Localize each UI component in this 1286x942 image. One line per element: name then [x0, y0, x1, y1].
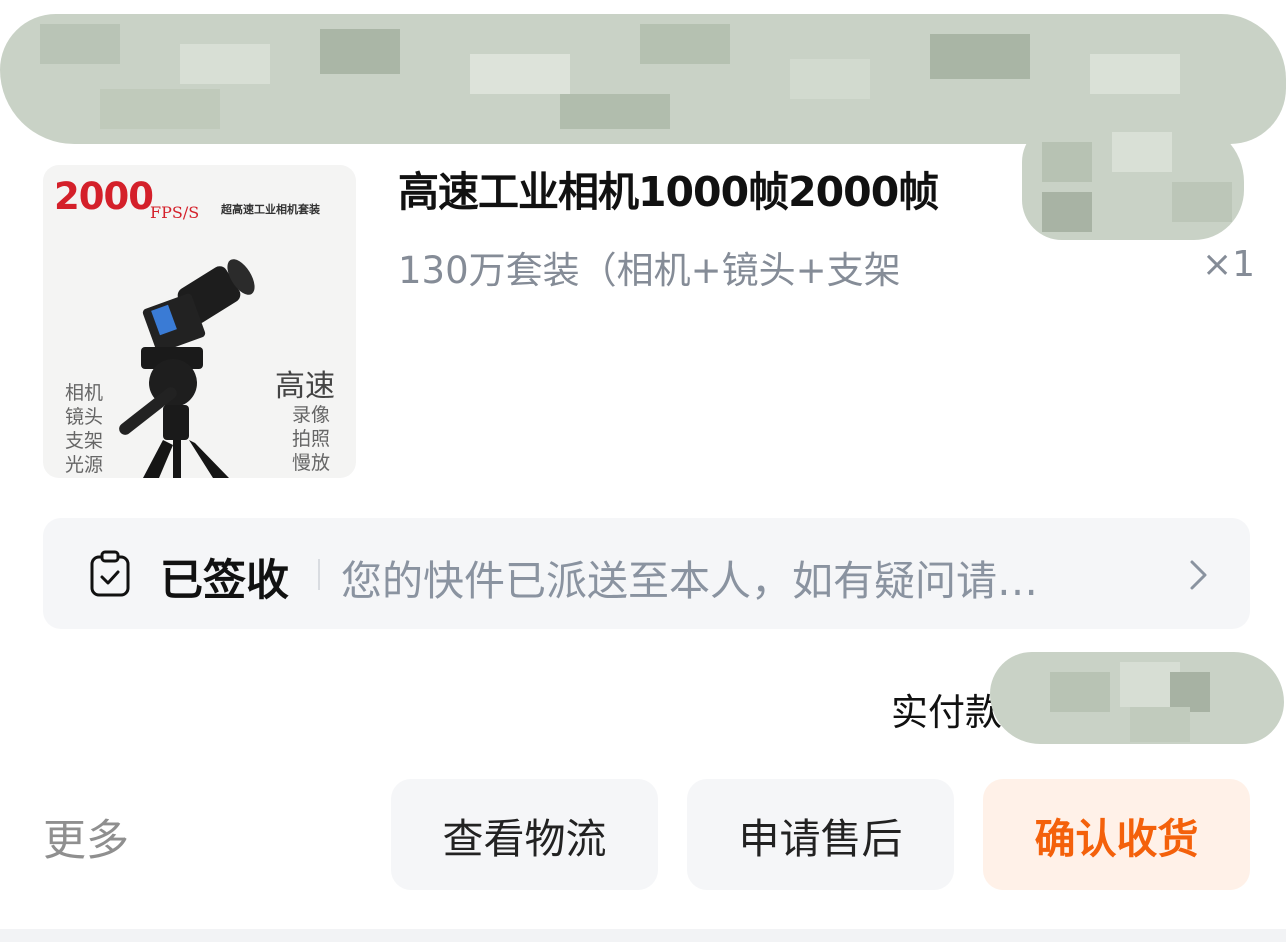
item-quantity: ×1 [1202, 244, 1256, 285]
logistics-status-bar[interactable]: 已签收 您的快件已派送至本人，如有疑问请… [43, 518, 1250, 629]
confirm-receipt-button[interactable]: 确认收货 [983, 779, 1250, 890]
camera-tripod-image [119, 259, 255, 478]
thumbnail-feature-line: 拍照 [292, 428, 331, 450]
thumbnail-feature-list-right: 录像 拍照 慢放 [292, 403, 330, 475]
redacted-paid-amount [990, 652, 1284, 744]
redacted-item-price [1022, 122, 1244, 240]
thumbnail-feature-list-left: 相机 镜头 支架 光源 [65, 381, 103, 477]
thumbnail-fps-unit: FPS/S [150, 203, 200, 222]
clipboard-check-icon [90, 550, 130, 597]
delivery-message: 您的快件已派送至本人，如有疑问请… [341, 557, 1038, 605]
paid-amount-label: 实付款 [891, 691, 1002, 734]
card-bottom-divider [0, 929, 1286, 942]
view-logistics-button[interactable]: 查看物流 [391, 779, 658, 890]
thumbnail-fps-number: 2000 [54, 175, 154, 218]
product-title[interactable]: 高速工业相机1000帧2000帧 [398, 158, 939, 218]
thumbnail-kit-label: 超高速工业相机套装 [221, 203, 320, 216]
chevron-right-icon [1190, 560, 1207, 590]
thumbnail-feature-line: 光源 [65, 454, 104, 476]
more-actions-link[interactable]: 更多 [43, 806, 129, 868]
thumbnail-feature-line: 录像 [292, 404, 331, 426]
thumbnail-feature-line: 支架 [65, 430, 104, 452]
status-divider [318, 559, 320, 590]
thumbnail-feature-line: 镜头 [65, 406, 104, 428]
apply-after-sales-button[interactable]: 申请售后 [687, 779, 954, 890]
thumbnail-feature-line: 慢放 [292, 452, 331, 474]
thumbnail-feature-line: 相机 [65, 382, 104, 404]
product-thumbnail[interactable]: 2000 FPS/S 超高速工业相机套装 相机 镜头 支架 光源 高速 录像 拍… [43, 165, 356, 478]
thumbnail-headline: 高速 [275, 369, 335, 404]
product-spec: 130万套装（相机+镜头+支架 [398, 249, 901, 292]
delivery-status: 已签收 [160, 556, 289, 606]
